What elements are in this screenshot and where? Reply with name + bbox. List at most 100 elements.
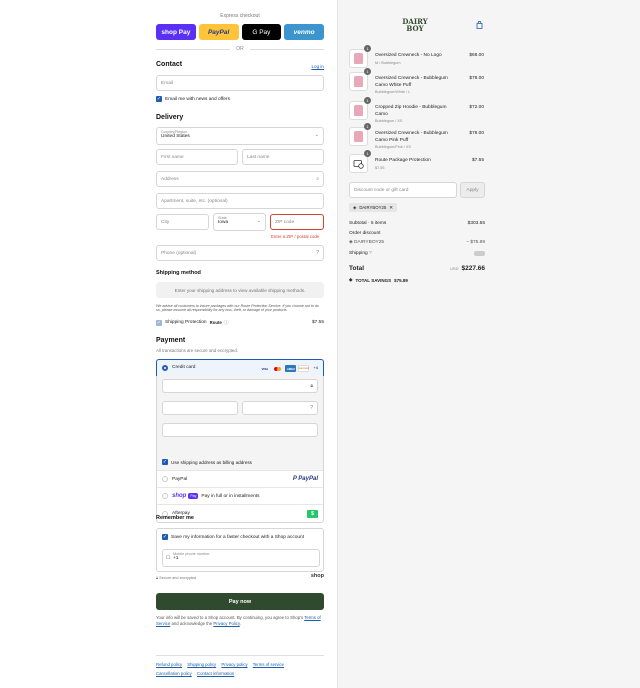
email-field[interactable]: Email: [156, 75, 324, 91]
discount-code-input[interactable]: Discount code or gift card: [349, 182, 457, 198]
billing-checkbox-row[interactable]: ✓ Use shipping address as billing addres…: [162, 459, 252, 465]
terms-of-service-link[interactable]: Terms of service: [253, 662, 284, 667]
cart-item: 1 Oversized Crewneck - Bubblegum Camo Wh…: [349, 68, 485, 94]
paypal-option[interactable]: PayPal P PayPal: [157, 471, 323, 488]
radio-selected-icon[interactable]: [162, 364, 168, 371]
lock-icon: 🔒︎: [156, 576, 159, 580]
item-price: $78.00: [469, 131, 484, 136]
paypal-logo: P PayPal: [292, 476, 318, 482]
order-discount-row: ◈ DAIRYBOY25 – $75.89: [349, 240, 485, 245]
apply-button[interactable]: Apply: [460, 182, 485, 198]
item-price: $72.00: [469, 105, 484, 110]
item-price: $7.55: [471, 158, 484, 163]
contact-information-link[interactable]: Contact information: [197, 671, 234, 676]
news-checkbox-row[interactable]: ✓ Email me with news and offers: [156, 96, 230, 102]
shipping-method-heading: Shipping method: [156, 270, 201, 276]
visa-icon: VISA: [261, 366, 269, 371]
quantity-badge: 1: [364, 97, 371, 104]
card-details-form: 🔒︎ ? ✓ Use shipping address as billing a…: [157, 375, 323, 471]
venmo-button[interactable]: venmo: [284, 24, 324, 40]
checkbox-checked-icon[interactable]: ✓: [162, 534, 168, 540]
shipping-row: Shipping ?: [349, 251, 485, 256]
checkbox-checked-icon[interactable]: ✓: [156, 96, 162, 102]
expiration-field[interactable]: [162, 401, 238, 415]
shipping-protection-row[interactable]: ✓ Shipping Protection Route ⓘ $7.55: [156, 319, 324, 326]
shop-wordmark: shop: [310, 573, 324, 579]
contact-heading: Contact: [156, 61, 183, 68]
product-thumbnail: [349, 101, 368, 120]
privacy-link[interactable]: Privacy Policy: [213, 621, 239, 626]
item-variant: M / Bubblegum: [375, 60, 401, 65]
checkbox-icon[interactable]: ✓: [156, 319, 162, 326]
last-name-field[interactable]: Last name: [242, 149, 324, 165]
help-icon[interactable]: ?: [310, 405, 313, 411]
card-number-field[interactable]: 🔒︎: [162, 379, 318, 393]
shop-pay-option[interactable]: shop Pay Pay in full or in installments: [157, 488, 323, 505]
close-icon[interactable]: ✕: [389, 205, 393, 211]
more-cards: +4: [313, 365, 318, 370]
refund-policy-link[interactable]: Refund policy: [156, 662, 182, 667]
item-variant: Bubblegum / XS: [375, 119, 403, 123]
item-name: Oversized Crewneck - No Logo: [375, 53, 442, 58]
shop-logo: shop: [172, 493, 187, 499]
item-name: Oversized Crewneck - Bubblegum Camo Pink…: [375, 131, 448, 143]
quantity-badge: 1: [364, 123, 371, 130]
city-field[interactable]: City: [156, 214, 209, 230]
chevron-down-icon: ⌄: [314, 132, 319, 138]
lock-icon: 🔒︎: [310, 383, 313, 389]
help-icon[interactable]: ?: [316, 250, 319, 256]
express-checkout-buttons: shop Pay PayPal G Pay venmo: [156, 24, 324, 40]
phone-field[interactable]: Phone (optional) ?: [156, 245, 324, 261]
item-price: $78.00: [469, 76, 484, 81]
address-field[interactable]: Address ⌕: [156, 171, 324, 187]
order-discount-label: Order discount: [349, 231, 381, 236]
cancellation-policy-link[interactable]: Cancellation policy: [156, 671, 192, 676]
route-protection-icon: [349, 154, 368, 173]
cart-item: 1 Oversized Crewneck - Bubblegum Camo Pi…: [349, 123, 485, 149]
google-pay-button[interactable]: G Pay: [241, 24, 282, 40]
zip-field[interactable]: ZIP code: [270, 214, 324, 230]
item-variant: Bubblegum/Pink / XS: [375, 145, 411, 149]
radio-icon[interactable]: [162, 493, 168, 499]
security-code-field[interactable]: ?: [242, 401, 318, 415]
shop-pay-button[interactable]: shop Pay: [156, 24, 196, 40]
name-on-card-field[interactable]: [162, 423, 318, 437]
state-select[interactable]: State Iowa ⌄: [213, 213, 266, 231]
item-name: Route Package Protection: [375, 158, 431, 163]
amex-icon: AMEX: [285, 365, 297, 372]
privacy-policy-link[interactable]: Privacy policy: [221, 662, 247, 667]
product-thumbnail: [349, 127, 368, 146]
total-savings-row: ◈ TOTAL SAVINGS $75.89: [349, 277, 408, 283]
apartment-field[interactable]: Apartment, suite, etc. (optional): [156, 193, 324, 209]
first-name-field[interactable]: First name: [156, 149, 238, 165]
save-info-row[interactable]: ✓ Save my information for a faster check…: [162, 534, 304, 540]
protection-price: $7.55: [311, 320, 324, 325]
chevron-down-icon: ⌄: [256, 218, 261, 224]
country-select[interactable]: Country/Region United States ⌄: [156, 127, 324, 145]
checkbox-checked-icon[interactable]: ✓: [162, 459, 168, 465]
login-link[interactable]: Log in: [311, 64, 324, 69]
subtotal-row: Subtotal · 5 items $303.55: [349, 221, 485, 226]
brand-logo[interactable]: DAIRY BOY: [385, 18, 445, 32]
item-variant: Bubblegum/White / L: [375, 90, 411, 94]
quantity-badge: 1: [364, 68, 371, 75]
search-icon: ⌕: [316, 176, 319, 182]
info-icon[interactable]: ⓘ: [224, 319, 229, 326]
mobile-phone-field[interactable]: ☐ Mobile phone number +1: [162, 549, 320, 567]
radio-icon[interactable]: [162, 476, 168, 482]
paypal-button[interactable]: PayPal: [198, 24, 239, 40]
item-price: $68.00: [469, 53, 484, 58]
shopping-bag-icon[interactable]: [476, 20, 483, 31]
item-variant: $7.55: [375, 165, 385, 170]
shop-pay-pill: Pay: [188, 493, 199, 499]
remember-me-heading: Remember me: [156, 515, 194, 521]
zip-error: Enter a ZIP / postal code: [271, 234, 320, 239]
pay-now-button[interactable]: Pay now: [156, 593, 324, 610]
payment-subtitle: All transactions are secure and encrypte…: [156, 348, 239, 353]
shipping-policy-link[interactable]: Shipping policy: [187, 662, 216, 667]
discover-icon: DISCOVER: [298, 365, 310, 372]
tag-icon: ◈: [349, 277, 353, 282]
remember-me-box: ✓ Save my information for a faster check…: [156, 528, 324, 572]
help-icon[interactable]: ?: [369, 251, 372, 256]
credit-card-option[interactable]: Credit card VISA AMEX DISCOVER +4: [156, 359, 324, 376]
